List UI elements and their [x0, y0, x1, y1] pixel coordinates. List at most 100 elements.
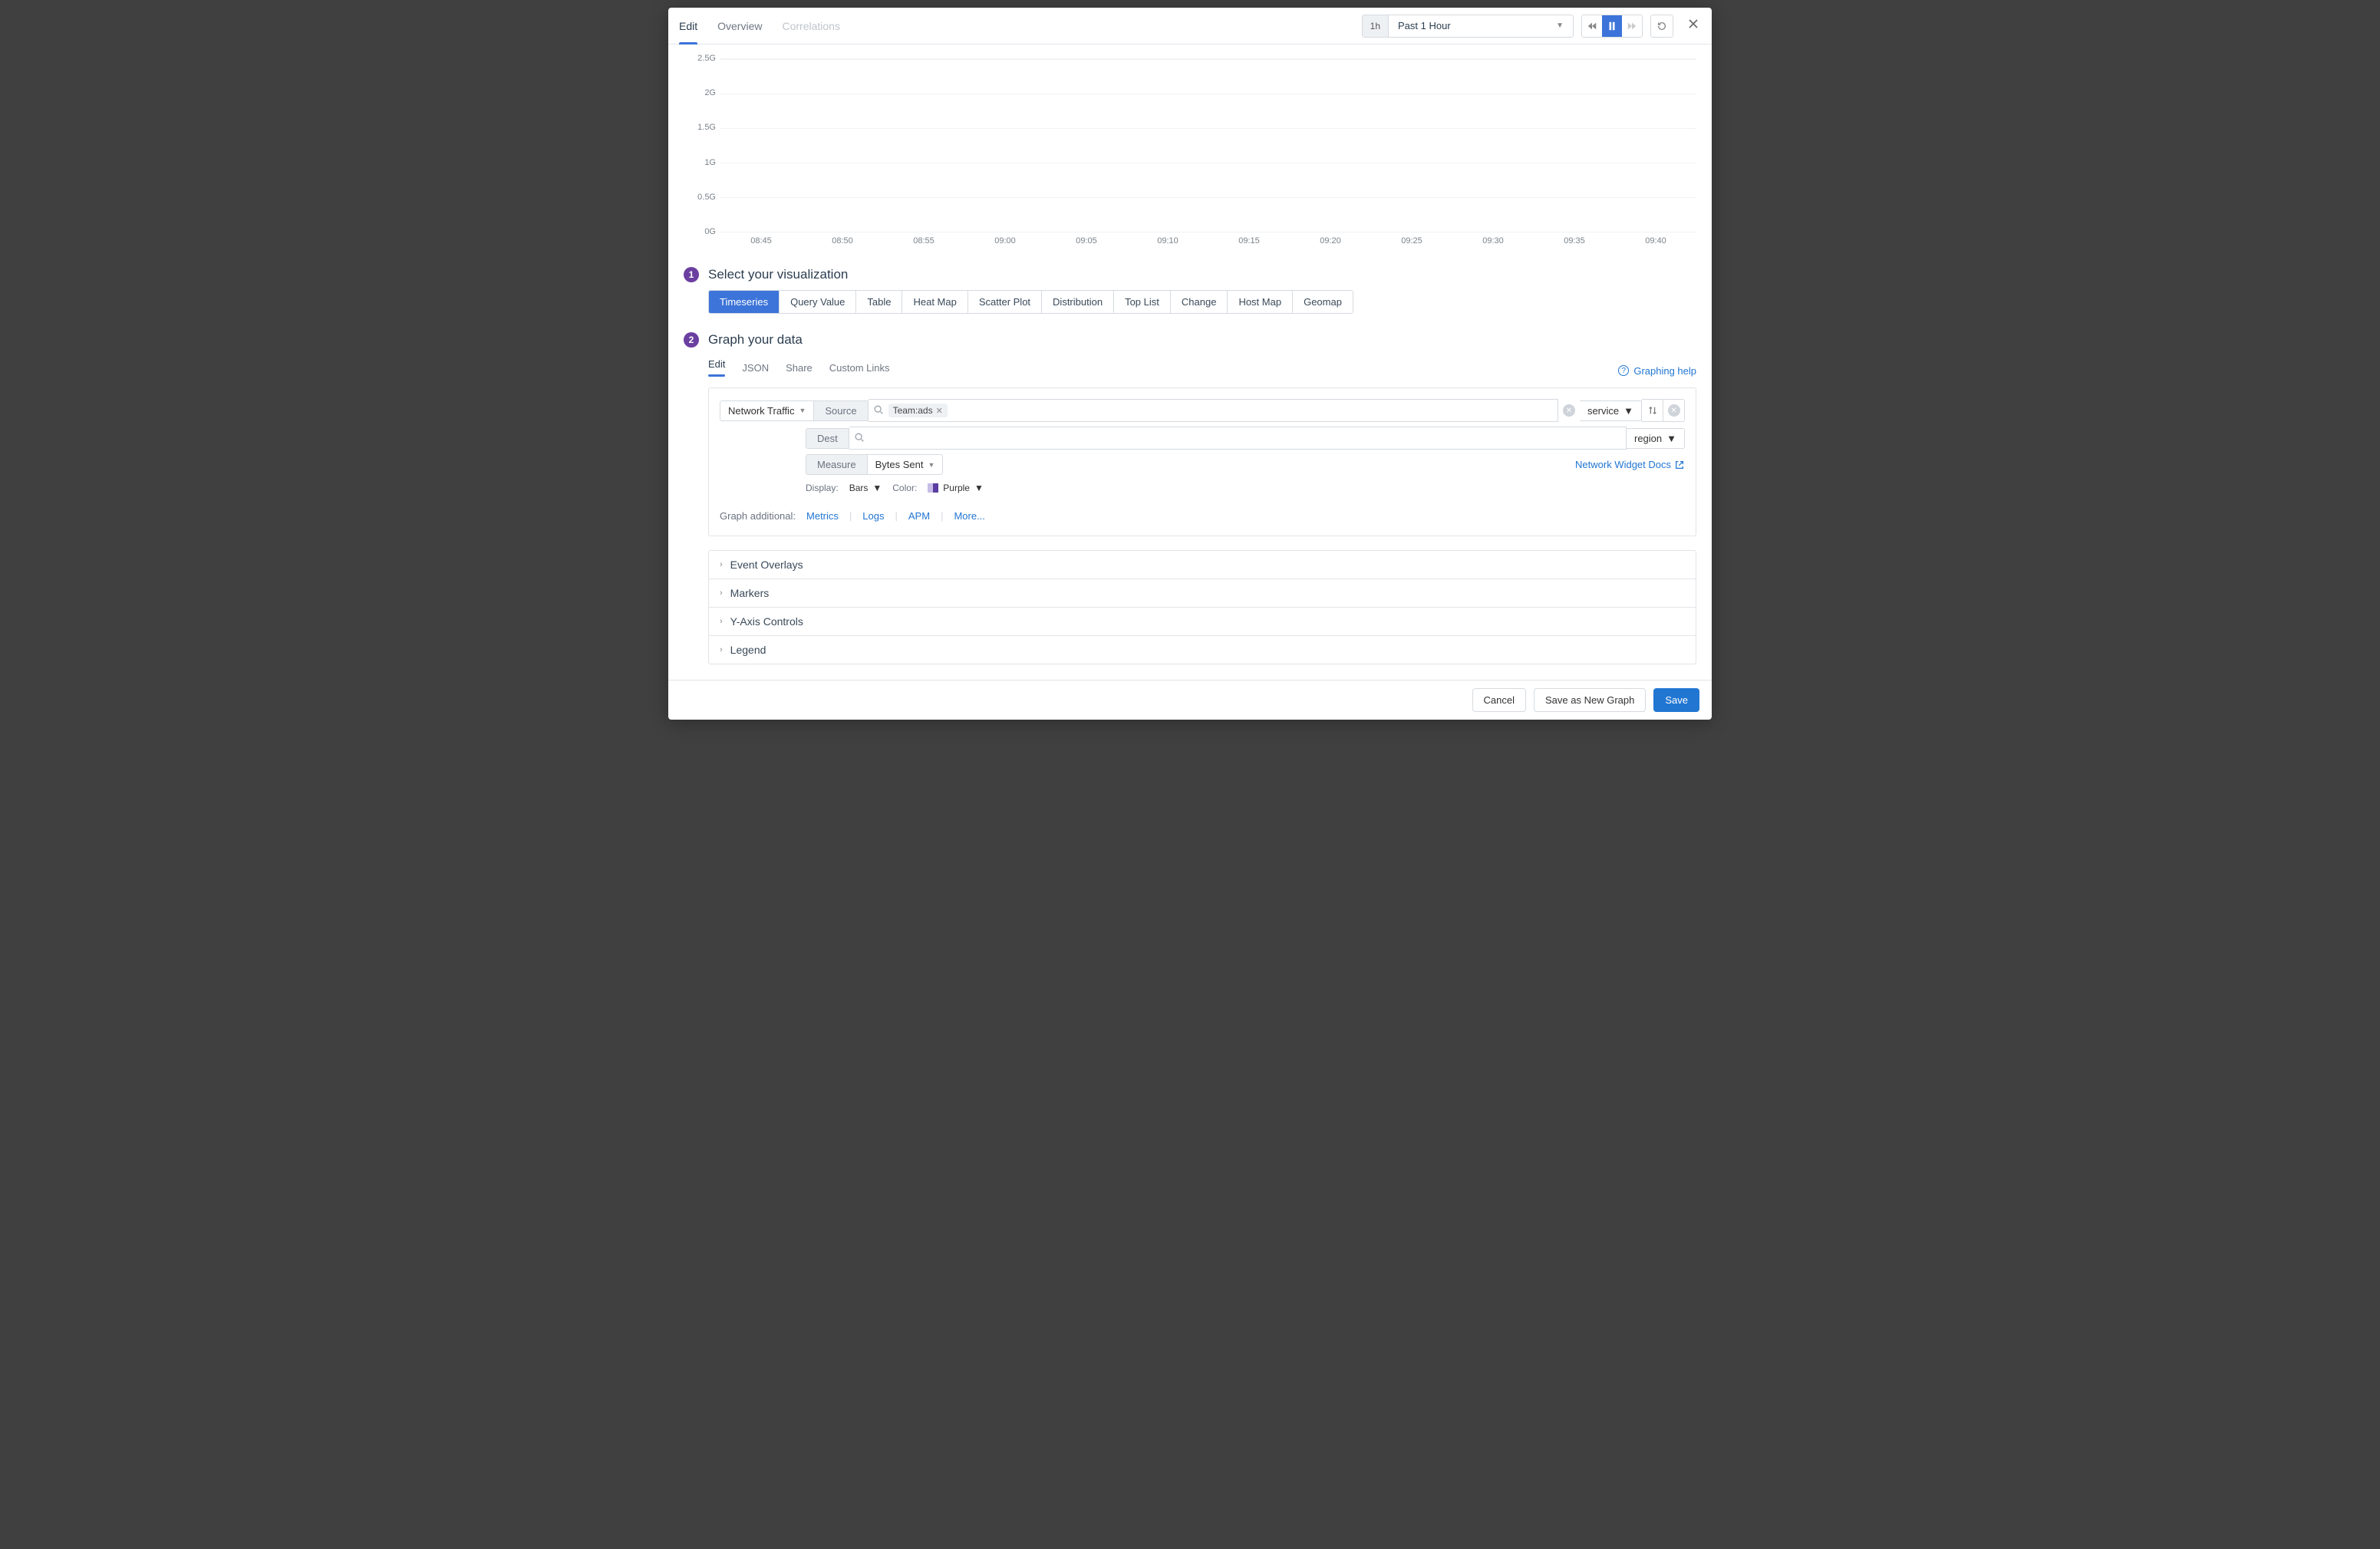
display-options-row: Display: Bars ▼ Color: Purple ▼ [806, 483, 1685, 493]
subtab-share[interactable]: Share [786, 362, 813, 380]
accordion-y-axis-controls[interactable]: ›Y-Axis Controls [709, 608, 1696, 636]
step-1-header: 1 Select your visualization [684, 267, 1696, 282]
chevron-down-icon: ▼ [799, 407, 806, 414]
network-widget-docs-link[interactable]: Network Widget Docs [1575, 459, 1685, 470]
chevron-down-icon: ▼ [1623, 405, 1633, 417]
subtab-edit[interactable]: Edit [708, 358, 725, 383]
viz-option-timeseries[interactable]: Timeseries [709, 291, 780, 313]
y-tick-label: 1.5G [697, 123, 716, 132]
main-tabs: EditOverviewCorrelations [679, 8, 840, 44]
x-tick-label: 08:45 [750, 236, 772, 246]
add-apm-link[interactable]: APM [908, 510, 930, 522]
reset-button[interactable] [1650, 15, 1673, 38]
visualization-buttons: TimeseriesQuery ValueTableHeat MapScatte… [708, 290, 1353, 314]
subtab-json[interactable]: JSON [742, 362, 769, 380]
close-icon [1687, 18, 1699, 30]
step-2-title: Graph your data [708, 332, 803, 348]
y-axis: 0G0.5G1G1.5G2G2.5G [684, 58, 717, 232]
time-range-select[interactable]: Past 1 Hour ▼ [1389, 20, 1573, 31]
display-type-select[interactable]: Bars ▼ [849, 483, 882, 493]
color-select[interactable]: Purple ▼ [928, 483, 984, 493]
undo-icon [1656, 21, 1667, 31]
external-link-icon [1674, 460, 1685, 470]
query-subtabs: Edit JSON Share Custom Links ? Graphing hel… [708, 358, 1696, 383]
y-tick-label: 1G [704, 158, 716, 167]
clear-source-button[interactable]: ✕ [1563, 404, 1575, 417]
x-tick-label: 09:05 [1076, 236, 1097, 246]
source-filter-input[interactable]: Team:ads ✕ [869, 399, 1558, 422]
chevron-down-icon: ▼ [1666, 433, 1676, 444]
chart-box: 0G0.5G1G1.5G2G2.5G 08:4508:5008:5509:000… [684, 58, 1696, 250]
add-metrics-link[interactable]: Metrics [806, 510, 839, 522]
graph-editor-modal: EditOverviewCorrelations 1h Past 1 Hour … [668, 8, 1712, 720]
step-number-2: 2 [684, 332, 699, 348]
swap-icon [1647, 405, 1658, 416]
plot-area[interactable] [720, 58, 1696, 232]
x-tick-label: 09:10 [1157, 236, 1178, 246]
source-groupby-select[interactable]: service ▼ [1580, 400, 1642, 421]
viz-option-table[interactable]: Table [856, 291, 902, 313]
chip-remove-icon[interactable]: ✕ [936, 406, 943, 416]
save-button[interactable]: Save [1653, 688, 1699, 712]
measure-select[interactable]: Bytes Sent ▼ [868, 454, 944, 475]
accordion-markers[interactable]: ›Markers [709, 579, 1696, 608]
rewind-button[interactable] [1582, 15, 1602, 37]
main-tab-edit[interactable]: Edit [679, 8, 697, 44]
viz-option-top-list[interactable]: Top List [1114, 291, 1171, 313]
dataset-label: Network Traffic [728, 405, 794, 417]
remove-query-button[interactable]: ✕ [1663, 399, 1685, 422]
graph-additional-label: Graph additional: [720, 510, 796, 522]
accordion-event-overlays[interactable]: ›Event Overlays [709, 551, 1696, 579]
dataset-select[interactable]: Network Traffic ▼ [720, 400, 814, 421]
main-tab-overview[interactable]: Overview [717, 8, 762, 44]
time-range-label: Past 1 Hour [1398, 20, 1451, 31]
cancel-button[interactable]: Cancel [1472, 688, 1526, 712]
dest-filter-input[interactable] [849, 427, 1627, 450]
graphing-help-label: Graphing help [1633, 365, 1696, 377]
save-as-new-button[interactable]: Save as New Graph [1534, 688, 1646, 712]
measure-row: Measure Bytes Sent ▼ Network Widget Docs [806, 454, 1685, 475]
viz-option-heat-map[interactable]: Heat Map [902, 291, 967, 313]
source-filter-chip[interactable]: Team:ads ✕ [888, 404, 948, 417]
add-more-link[interactable]: More... [954, 510, 984, 522]
subtab-custom-links[interactable]: Custom Links [829, 362, 890, 380]
forward-button[interactable] [1622, 15, 1642, 37]
viz-option-geomap[interactable]: Geomap [1293, 291, 1353, 313]
header-controls: 1h Past 1 Hour ▼ [1362, 15, 1701, 38]
playback-controls [1581, 15, 1643, 38]
x-tick-label: 09:30 [1482, 236, 1504, 246]
viz-option-scatter-plot[interactable]: Scatter Plot [968, 291, 1042, 313]
pause-button[interactable] [1602, 15, 1622, 37]
time-picker[interactable]: 1h Past 1 Hour ▼ [1362, 15, 1574, 38]
chevron-down-icon: ▼ [974, 483, 984, 493]
x-tick-label: 09:15 [1238, 236, 1260, 246]
chip-label: Team:ads [893, 405, 933, 416]
accordion-legend[interactable]: ›Legend [709, 636, 1696, 664]
chevron-right-icon: › [720, 560, 723, 569]
viz-option-distribution[interactable]: Distribution [1042, 291, 1114, 313]
query-panel: Network Traffic ▼ Source Team:ads ✕ ✕ se… [708, 387, 1696, 536]
graphing-help-link[interactable]: ? Graphing help [1618, 365, 1696, 377]
viz-option-query-value[interactable]: Query Value [780, 291, 856, 313]
chart-region: 0G0.5G1G1.5G2G2.5G 08:4508:5008:5509:000… [668, 44, 1712, 253]
modal-footer: Cancel Save as New Graph Save [668, 680, 1712, 720]
dest-label: Dest [806, 428, 849, 449]
close-button[interactable] [1681, 15, 1701, 37]
add-logs-link[interactable]: Logs [862, 510, 884, 522]
x-axis: 08:4508:5008:5509:0009:0509:1009:1509:20… [720, 235, 1696, 250]
time-preset[interactable]: 1h [1363, 15, 1389, 37]
dest-groupby-label: region [1634, 433, 1662, 444]
x-tick-label: 08:55 [913, 236, 935, 246]
x-tick-label: 09:35 [1564, 236, 1585, 246]
dest-groupby-select[interactable]: region ▼ [1627, 428, 1685, 449]
accordion-group: ›Event Overlays›Markers›Y-Axis Controls›… [708, 550, 1696, 664]
source-row: Network Traffic ▼ Source Team:ads ✕ ✕ se… [720, 399, 1685, 422]
viz-option-change[interactable]: Change [1171, 291, 1228, 313]
y-tick-label: 2.5G [697, 54, 716, 63]
viz-option-host-map[interactable]: Host Map [1228, 291, 1293, 313]
swap-source-dest-button[interactable] [1642, 399, 1663, 422]
x-tick-label: 09:40 [1645, 236, 1666, 246]
display-value: Bars [849, 483, 869, 493]
pause-icon [1607, 21, 1617, 31]
source-label: Source [814, 400, 868, 421]
